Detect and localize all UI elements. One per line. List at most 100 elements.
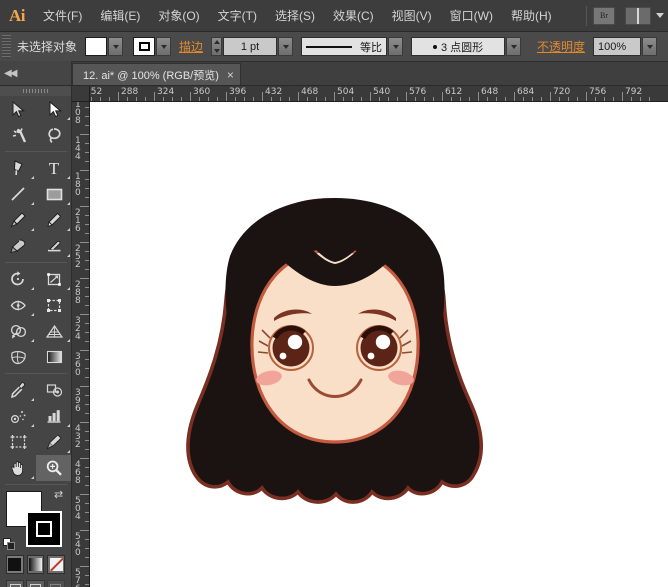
toolbox-panel: T [0, 86, 72, 587]
gradient-tool[interactable] [36, 344, 72, 370]
control-bar-grip[interactable] [2, 35, 11, 59]
artboard-canvas[interactable] [90, 102, 668, 587]
ruler-label: 576 [75, 569, 84, 587]
magic-wand-tool[interactable] [0, 122, 36, 148]
toolbox-separator [5, 151, 67, 152]
menu-file[interactable]: 文件(F) [34, 0, 91, 32]
brush-definition-dropdown-icon[interactable] [506, 37, 521, 56]
menu-type[interactable]: 文字(T) [209, 0, 266, 32]
brush-preview-icon [433, 45, 437, 49]
vertical-ruler[interactable]: 1081441802162522883243603964324685045405… [72, 102, 90, 587]
horizontal-ruler[interactable]: 2522883243603964324685045405766126486847… [90, 86, 668, 102]
ruler-minor-tick [604, 97, 605, 101]
column-graph-tool[interactable] [36, 403, 72, 429]
stroke-profile-preview-icon [306, 46, 352, 48]
ruler-minor-tick [595, 97, 596, 101]
menu-select[interactable]: 选择(S) [266, 0, 324, 32]
ruler-label: 288 [121, 87, 138, 97]
opacity-panel-link[interactable]: 不透明度 [537, 38, 585, 55]
stroke-weight-stepper[interactable] [211, 37, 222, 56]
fill-swatch-dropdown-icon[interactable] [108, 37, 123, 56]
stroke-weight-dropdown-icon[interactable] [278, 37, 293, 56]
scale-tool[interactable] [36, 266, 72, 292]
symbol-sprayer-tool[interactable] [0, 403, 36, 429]
artboard-tool[interactable] [0, 429, 36, 455]
ruler-origin-corner[interactable] [72, 86, 90, 102]
pen-tool[interactable] [0, 155, 36, 181]
ruler-tick [118, 92, 119, 101]
opacity-dropdown-icon[interactable] [642, 37, 657, 56]
document-tab[interactable]: 12. ai* @ 100% (RGB/预览) × [72, 63, 241, 85]
ruler-minor-tick [172, 97, 173, 101]
go-to-bridge-button[interactable]: Br [593, 7, 615, 25]
toolbox-drag-handle[interactable] [0, 86, 71, 96]
blob-brush-tool[interactable] [0, 233, 36, 259]
ruler-minor-tick [85, 404, 89, 405]
close-icon[interactable]: × [227, 69, 234, 81]
menu-edit[interactable]: 编辑(E) [91, 0, 149, 32]
ruler-minor-tick [343, 97, 344, 101]
fill-color-swatch[interactable] [85, 37, 107, 56]
menu-view[interactable]: 视图(V) [383, 0, 441, 32]
ruler-label: 540 [75, 533, 84, 557]
normal-screen-mode-button[interactable] [6, 580, 24, 587]
menu-window[interactable]: 窗口(W) [441, 0, 502, 32]
ruler-tick [478, 92, 479, 101]
ruler-tick [80, 386, 89, 387]
stroke-weight-field[interactable]: 1 pt [223, 37, 277, 56]
eraser-tool[interactable] [36, 233, 72, 259]
stroke-swatch-dropdown-icon[interactable] [156, 37, 171, 56]
hand-tool[interactable] [0, 455, 36, 481]
chevron-down-icon[interactable] [656, 13, 664, 18]
eye-right-highlight [376, 335, 390, 349]
stroke-panel-link[interactable]: 描边 [179, 38, 203, 55]
ruler-tick [80, 278, 89, 279]
ruler-minor-tick [208, 97, 209, 101]
width-tool[interactable] [0, 292, 36, 318]
slice-tool[interactable] [36, 429, 72, 455]
zoom-tool[interactable] [36, 455, 72, 481]
perspective-grid-tool[interactable] [36, 318, 72, 344]
stroke-color-swatch[interactable] [133, 37, 155, 56]
swap-fill-stroke-icon[interactable]: ⇄ [54, 489, 66, 501]
ruler-label: 252 [90, 87, 102, 97]
opacity-field[interactable]: 100% [593, 37, 641, 56]
ruler-minor-tick [85, 584, 89, 585]
shape-builder-tool[interactable] [0, 318, 36, 344]
color-mode-button[interactable] [6, 555, 24, 574]
stroke-profile-dropdown-icon[interactable] [388, 37, 403, 56]
eyedropper-tool[interactable] [0, 377, 36, 403]
rectangle-tool[interactable] [36, 181, 72, 207]
line-segment-tool[interactable] [0, 181, 36, 207]
ruler-minor-tick [91, 97, 92, 101]
default-fill-stroke-icon[interactable] [3, 538, 16, 551]
ruler-minor-tick [85, 233, 89, 234]
stroke-color-indicator[interactable] [26, 511, 62, 547]
fullscreen-menubar-mode-button[interactable] [26, 580, 44, 587]
lasso-tool[interactable] [36, 122, 72, 148]
ruler-minor-tick [85, 323, 89, 324]
blend-tool[interactable] [36, 377, 72, 403]
brush-definition-field[interactable]: 3 点圆形 [411, 37, 505, 56]
screen-mode-row [0, 574, 71, 587]
pencil-tool[interactable] [36, 207, 72, 233]
rotate-tool[interactable] [0, 266, 36, 292]
ruler-minor-tick [532, 97, 533, 101]
arrange-documents-button[interactable] [625, 7, 651, 25]
gradient-mode-button[interactable] [27, 555, 45, 574]
cartoon-girl-artwork[interactable] [90, 102, 668, 587]
stroke-profile-field[interactable]: 等比 [301, 37, 387, 56]
menu-help[interactable]: 帮助(H) [502, 0, 561, 32]
ruler-tick [80, 314, 89, 315]
free-transform-tool[interactable] [36, 292, 72, 318]
direct-selection-tool[interactable] [36, 96, 72, 122]
panel-collapse-button[interactable]: ◀◀ [0, 61, 72, 85]
menu-object[interactable]: 对象(O) [149, 0, 208, 32]
fullscreen-mode-button[interactable] [47, 580, 65, 587]
menu-effect[interactable]: 效果(C) [324, 0, 383, 32]
selection-tool[interactable] [0, 96, 36, 122]
type-tool[interactable]: T [36, 155, 72, 181]
mesh-tool[interactable] [0, 344, 36, 370]
none-mode-button[interactable] [47, 555, 65, 574]
paintbrush-tool[interactable] [0, 207, 36, 233]
